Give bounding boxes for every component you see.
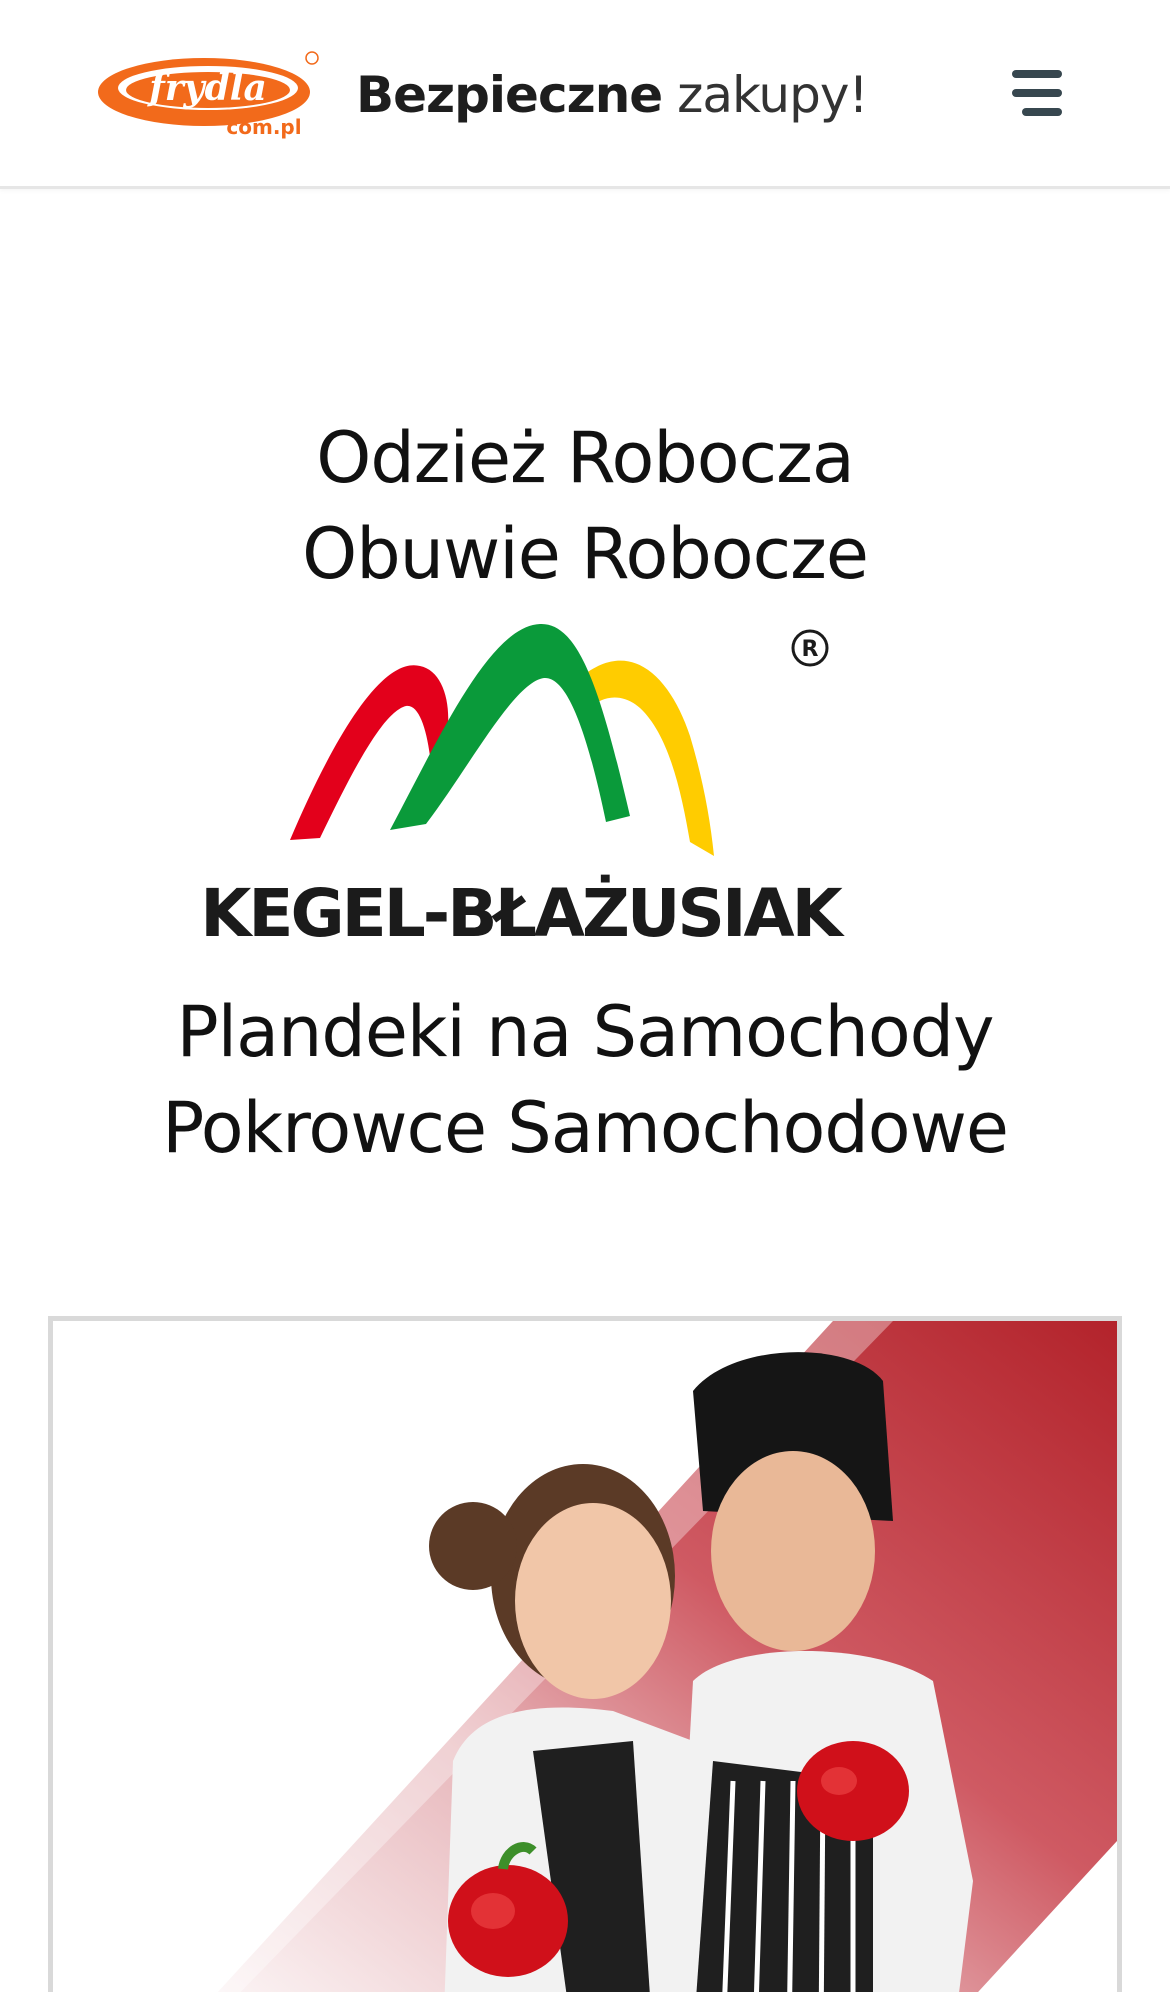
hamburger-menu-icon[interactable] bbox=[1000, 66, 1064, 120]
registered-mark: R bbox=[790, 628, 830, 668]
red-pepper-icon bbox=[797, 1741, 909, 1841]
brand-name: KEGEL-BŁAŻUSIAK bbox=[200, 875, 842, 952]
menu-bar bbox=[1012, 70, 1062, 78]
header-tagline: Bezpieczne zakupy! bbox=[356, 62, 869, 128]
product-banner-card[interactable] bbox=[48, 1316, 1122, 1992]
tagline-light: zakupy! bbox=[677, 66, 868, 124]
site-logo-link[interactable]: frydla com.pl bbox=[96, 50, 326, 140]
hero-line-footwear: Obuwie Robocze bbox=[302, 513, 869, 595]
chefs-banner-image bbox=[217, 1321, 1117, 1992]
hero-line-car-covers: Pokrowce Samochodowe bbox=[162, 1087, 1009, 1169]
hero-line-tarpaulins: Plandeki na Samochody bbox=[176, 991, 994, 1073]
hero-line-workwear: Odzież Robocza bbox=[316, 417, 855, 499]
kegel-blazusiak-logo[interactable]: R KEGEL-BŁAŻUSIAK bbox=[200, 616, 843, 956]
menu-bar bbox=[1022, 108, 1062, 116]
site-header: frydla com.pl Bezpieczne zakupy! bbox=[0, 0, 1170, 189]
menu-bar bbox=[1012, 89, 1062, 97]
logo-domain: com.pl bbox=[226, 115, 301, 139]
mountain-arches-icon bbox=[290, 623, 714, 856]
frydla-logo: frydla com.pl bbox=[98, 51, 319, 139]
logo-wordmark: frydla bbox=[146, 67, 267, 109]
tagline-bold: Bezpieczne bbox=[356, 66, 663, 124]
logo-registered-icon bbox=[305, 51, 319, 65]
page: frydla com.pl Bezpieczne zakupy! Odzież … bbox=[0, 0, 1170, 1992]
svg-text:R: R bbox=[802, 637, 819, 662]
